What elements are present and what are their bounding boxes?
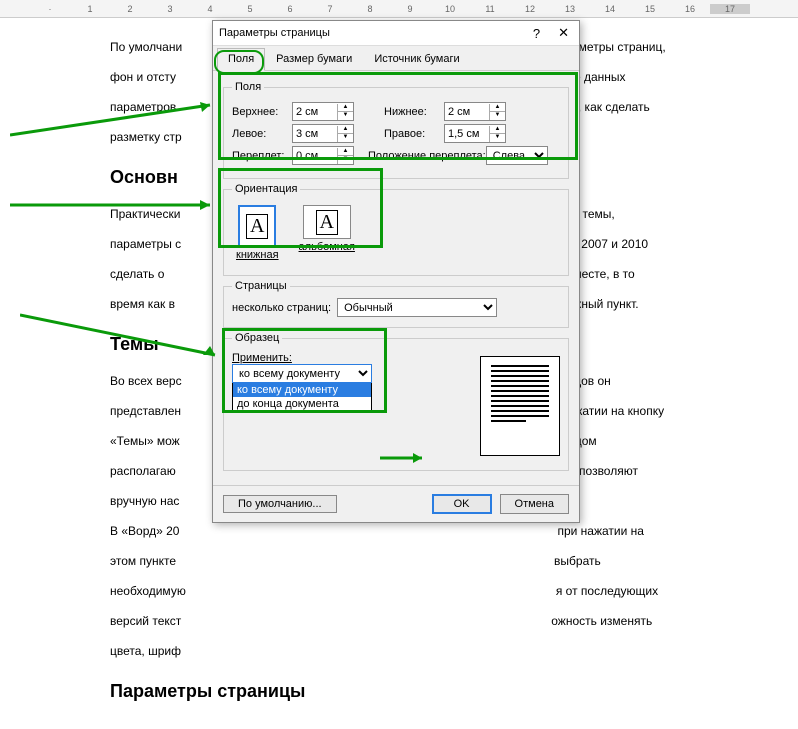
gutter-label: Переплет: [232,150,292,162]
help-button[interactable]: ? [529,26,544,41]
apply-select[interactable]: ко всему документу [232,364,372,383]
tab-paper-size[interactable]: Размер бумаги [265,48,363,70]
top-margin-label: Верхнее: [232,106,292,118]
gutter-input[interactable]: ▲▼ [292,146,354,165]
bottom-margin-label: Нижнее: [384,106,444,118]
gutter-position-select[interactable]: Слева [486,146,548,165]
margins-legend: Поля [232,81,264,93]
ruler: ·1234567891011121314151617 [0,0,798,18]
heading-page-params: Параметры страницы [110,678,768,705]
landscape-icon: A [303,205,351,239]
close-button[interactable]: ✕ [554,25,573,41]
multipage-select[interactable]: Обычный [337,298,497,317]
dialog-tabs: Поля Размер бумаги Источник бумаги [213,46,579,71]
apply-option-whole[interactable]: ко всему документу [233,383,371,397]
page-setup-dialog: Параметры страницы ? ✕ Поля Размер бумаг… [212,20,580,523]
orientation-portrait[interactable]: A книжная [236,205,279,261]
dialog-titlebar[interactable]: Параметры страницы ? ✕ [213,21,579,46]
orientation-fieldset: Ориентация A книжная A альбомная [223,183,569,276]
ok-button[interactable]: OK [432,494,492,514]
top-margin-input[interactable]: ▲▼ [292,102,354,121]
tab-paper-source[interactable]: Источник бумаги [363,48,470,70]
apply-dropdown-list[interactable]: ко всему документу до конца документа [232,382,372,412]
left-margin-label: Левое: [232,128,292,140]
pages-fieldset: Страницы несколько страниц: Обычный [223,280,569,328]
page-preview [480,356,560,456]
bottom-margin-input[interactable]: ▲▼ [444,102,506,121]
portrait-icon: A [238,205,276,247]
dialog-title-text: Параметры страницы [219,27,330,39]
cancel-button[interactable]: Отмена [500,494,569,514]
sample-legend: Образец [232,332,282,344]
orientation-landscape[interactable]: A альбомная [299,205,355,261]
pages-legend: Страницы [232,280,290,292]
left-margin-input[interactable]: ▲▼ [292,124,354,143]
margins-fieldset: Поля Верхнее: ▲▼ Нижнее: ▲▼ Левое: ▲▼ Пр… [223,81,569,179]
gutter-position-label: Положение переплета: [368,150,486,162]
apply-option-end[interactable]: до конца документа [233,397,371,411]
right-margin-label: Правое: [384,128,444,140]
orientation-legend: Ориентация [232,183,300,195]
default-button[interactable]: По умолчанию... [223,495,337,513]
apply-label: Применить: [232,352,460,364]
right-margin-input[interactable]: ▲▼ [444,124,506,143]
sample-fieldset: Образец Применить: ко всему документу ко… [223,332,569,471]
multipage-label: несколько страниц: [232,302,331,314]
tab-fields[interactable]: Поля [217,48,265,71]
